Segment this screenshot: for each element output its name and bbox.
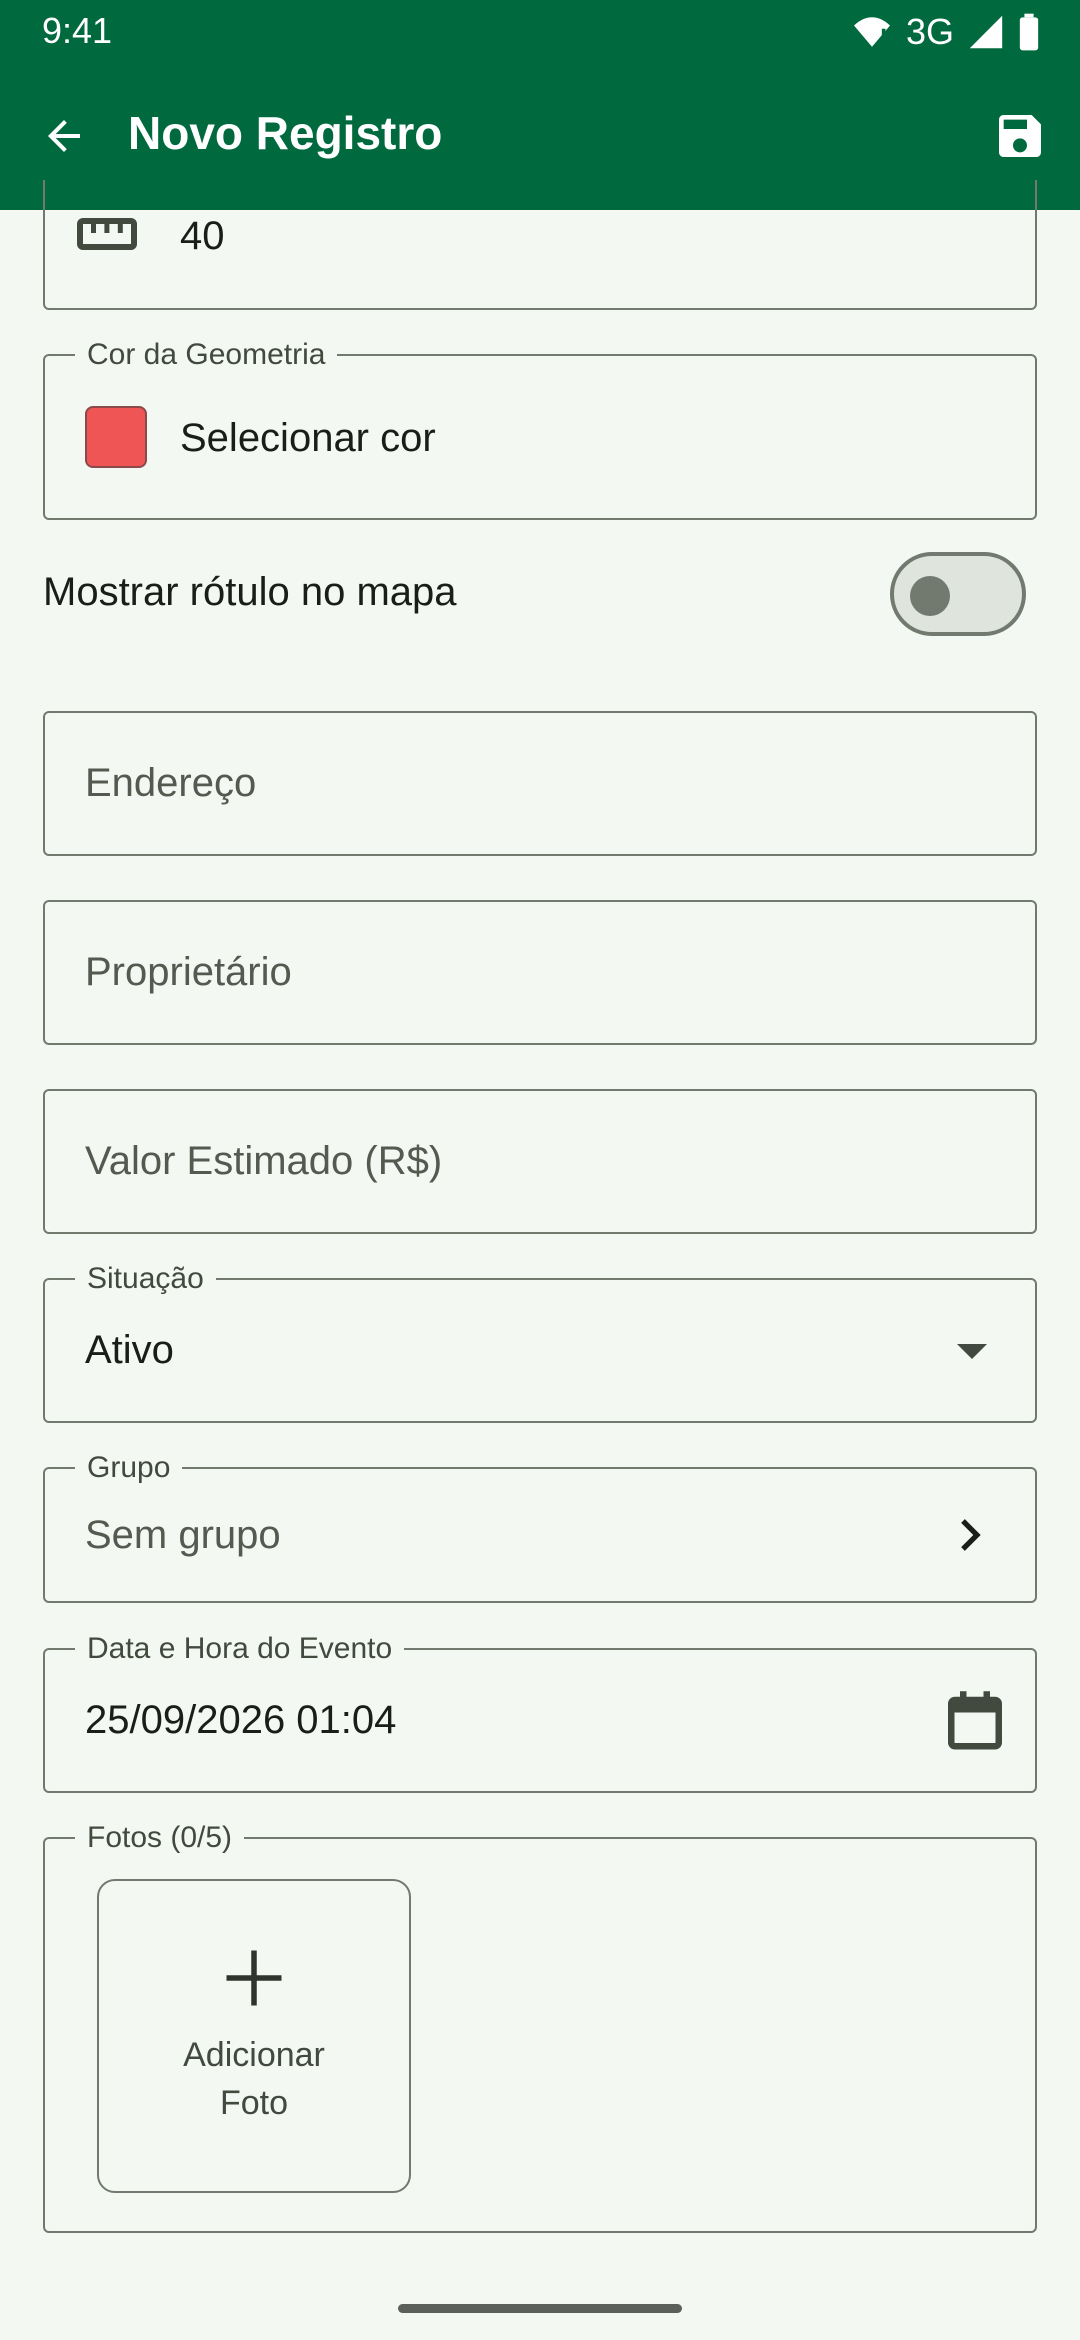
color-field[interactable]: Cor da Geometria Selecionar cor: [43, 337, 1037, 520]
arrow-back-icon: [48, 120, 80, 152]
address-field[interactable]: Endereço: [43, 711, 1037, 856]
group-field[interactable]: Grupo Sem grupo: [43, 1450, 1037, 1603]
photos-field: Fotos (0/5) Adicionar Foto: [43, 1820, 1037, 2233]
status-icons: 3G: [852, 10, 1040, 54]
show-label-toggle[interactable]: [890, 552, 1026, 636]
home-indicator[interactable]: [398, 2304, 682, 2313]
event-datetime-value: 25/09/2026 01:04: [85, 1698, 397, 1742]
network-type: 3G: [905, 11, 954, 52]
save-button[interactable]: [984, 100, 1056, 172]
estimated-value-field[interactable]: Valor Estimado (R$): [43, 1089, 1037, 1234]
page-title: Novo Registro: [128, 107, 443, 159]
status-select-value: Ativo: [85, 1328, 174, 1372]
signal-icon: [969, 15, 1003, 49]
group-field-value: Sem grupo: [85, 1513, 281, 1557]
back-button[interactable]: [32, 104, 96, 168]
owner-field[interactable]: Proprietário: [43, 900, 1037, 1045]
group-field-legend: Grupo: [75, 1450, 183, 1486]
battery-icon: [1019, 13, 1039, 51]
color-field-legend: Cor da Geometria: [75, 337, 338, 373]
show-label-toggle-label: Mostrar rótulo no mapa: [43, 570, 457, 614]
color-swatch[interactable]: [85, 406, 147, 468]
add-photo-label: Adicionar Foto: [183, 2036, 325, 2122]
estimated-value-placeholder: Valor Estimado (R$): [85, 1139, 443, 1183]
calendar-icon[interactable]: [947, 1690, 1003, 1750]
address-placeholder: Endereço: [85, 761, 257, 805]
add-photo-button[interactable]: Adicionar Foto: [97, 1879, 411, 2193]
wifi-icon: [853, 17, 890, 47]
status-select-legend: Situação: [75, 1261, 216, 1297]
status-select[interactable]: Situação Ativo: [43, 1261, 1037, 1423]
ruler-icon: [77, 218, 137, 250]
select-color-label: Selecionar cor: [180, 416, 436, 460]
event-datetime-legend: Data e Hora do Evento: [75, 1631, 405, 1667]
measure-field[interactable]: 40: [43, 180, 1037, 310]
dropdown-arrow-icon: [957, 1344, 987, 1359]
app-bar: 9:41 3G Novo Registro: [0, 0, 1080, 210]
photos-legend: Fotos (0/5): [75, 1820, 245, 1856]
save-icon: [999, 115, 1041, 157]
plus-icon: [226, 1950, 282, 2006]
measure-value: 40: [180, 214, 225, 258]
status-time: 9:41: [42, 10, 113, 51]
event-datetime-field[interactable]: Data e Hora do Evento 25/09/2026 01:04: [43, 1631, 1037, 1793]
owner-placeholder: Proprietário: [85, 950, 292, 994]
toggle-knob: [910, 576, 950, 616]
chevron-right-icon: [961, 1519, 981, 1551]
